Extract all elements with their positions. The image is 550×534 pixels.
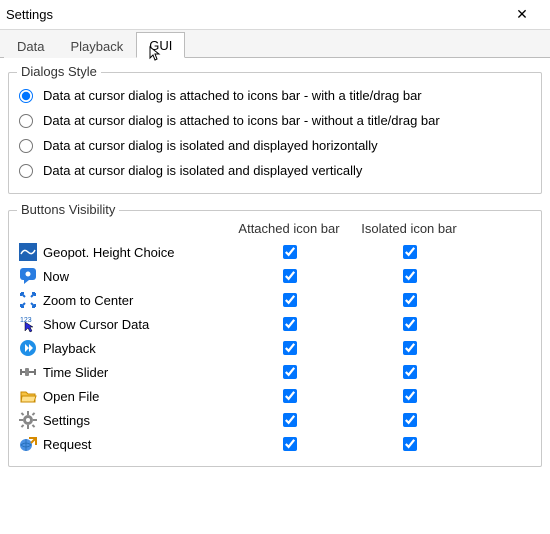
- checkbox-attached[interactable]: [283, 389, 297, 403]
- buttons-visibility-group: Buttons Visibility Attached icon bar Iso…: [8, 210, 542, 467]
- row-label: Settings: [43, 413, 90, 428]
- zoom-center-icon: [19, 291, 37, 309]
- tab-gui[interactable]: GUI: [136, 32, 185, 58]
- buttons-visibility-legend: Buttons Visibility: [17, 202, 119, 217]
- radio-option-0[interactable]: Data at cursor dialog is attached to ico…: [19, 83, 531, 108]
- settings-gear-icon: [19, 411, 37, 429]
- checkbox-isolated[interactable]: [403, 317, 417, 331]
- checkbox-isolated[interactable]: [403, 341, 417, 355]
- tab-playback[interactable]: Playback: [57, 33, 136, 58]
- table-row: Now: [19, 264, 531, 288]
- radio-label-2: Data at cursor dialog is isolated and di…: [43, 138, 378, 153]
- checkbox-attached[interactable]: [283, 245, 297, 259]
- tab-strip: Data Playback GUI: [0, 30, 550, 58]
- row-label: Request: [43, 437, 91, 452]
- playback-icon: [19, 339, 37, 357]
- checkbox-isolated[interactable]: [403, 365, 417, 379]
- time-slider-icon: [19, 363, 37, 381]
- table-header: Attached icon bar Isolated icon bar: [19, 221, 531, 240]
- row-label: Zoom to Center: [43, 293, 133, 308]
- radio-input-1[interactable]: [19, 114, 33, 128]
- now-icon: [19, 267, 37, 285]
- radio-option-3[interactable]: Data at cursor dialog is isolated and di…: [19, 158, 531, 183]
- titlebar: Settings ✕: [0, 0, 550, 30]
- geopot-height-icon: [19, 243, 37, 261]
- row-label: Playback: [43, 341, 96, 356]
- checkbox-isolated[interactable]: [403, 245, 417, 259]
- radio-label-3: Data at cursor dialog is isolated and di…: [43, 163, 362, 178]
- radio-label-1: Data at cursor dialog is attached to ico…: [43, 113, 440, 128]
- checkbox-attached[interactable]: [283, 413, 297, 427]
- checkbox-attached[interactable]: [283, 317, 297, 331]
- checkbox-isolated[interactable]: [403, 293, 417, 307]
- checkbox-attached[interactable]: [283, 365, 297, 379]
- radio-input-3[interactable]: [19, 164, 33, 178]
- table-row: Settings: [19, 408, 531, 432]
- table-row: Time Slider: [19, 360, 531, 384]
- row-label: Show Cursor Data: [43, 317, 149, 332]
- checkbox-attached[interactable]: [283, 293, 297, 307]
- table-row: 123 Show Cursor Data: [19, 312, 531, 336]
- checkbox-isolated[interactable]: [403, 389, 417, 403]
- checkbox-isolated[interactable]: [403, 269, 417, 283]
- checkbox-isolated[interactable]: [403, 437, 417, 451]
- checkbox-attached[interactable]: [283, 269, 297, 283]
- content-area: Dialogs Style Data at cursor dialog is a…: [0, 58, 550, 473]
- row-label: Geopot. Height Choice: [43, 245, 175, 260]
- cursor-data-icon: 123: [19, 315, 37, 333]
- open-file-icon: [19, 387, 37, 405]
- dialogs-style-legend: Dialogs Style: [17, 64, 101, 79]
- radio-option-1[interactable]: Data at cursor dialog is attached to ico…: [19, 108, 531, 133]
- table-row: Request: [19, 432, 531, 456]
- window-title: Settings: [6, 7, 53, 22]
- table-row: Open File: [19, 384, 531, 408]
- radio-input-0[interactable]: [19, 89, 33, 103]
- col-isolated: Isolated icon bar: [349, 221, 469, 236]
- dialogs-style-group: Dialogs Style Data at cursor dialog is a…: [8, 72, 542, 194]
- close-button[interactable]: ✕: [502, 6, 542, 23]
- radio-input-2[interactable]: [19, 139, 33, 153]
- radio-label-0: Data at cursor dialog is attached to ico…: [43, 88, 422, 103]
- radio-option-2[interactable]: Data at cursor dialog is isolated and di…: [19, 133, 531, 158]
- table-row: Zoom to Center: [19, 288, 531, 312]
- row-label: Open File: [43, 389, 99, 404]
- checkbox-attached[interactable]: [283, 437, 297, 451]
- row-label: Time Slider: [43, 365, 108, 380]
- checkbox-attached[interactable]: [283, 341, 297, 355]
- checkbox-isolated[interactable]: [403, 413, 417, 427]
- table-row: Playback: [19, 336, 531, 360]
- tab-data[interactable]: Data: [4, 33, 57, 58]
- request-icon: [19, 435, 37, 453]
- col-attached: Attached icon bar: [229, 221, 349, 236]
- row-label: Now: [43, 269, 69, 284]
- table-row: Geopot. Height Choice: [19, 240, 531, 264]
